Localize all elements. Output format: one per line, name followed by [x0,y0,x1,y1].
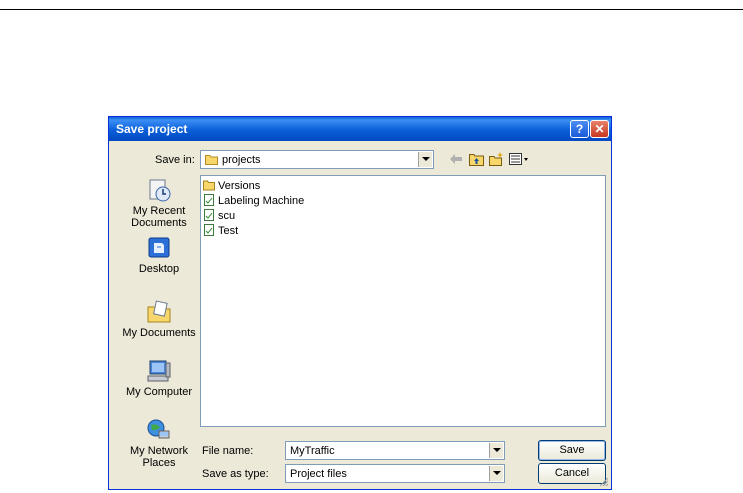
save-as-type-select[interactable]: Project files [285,464,505,483]
project-file-icon [204,224,214,236]
list-item[interactable]: scu [203,209,235,223]
file-name: Versions [218,180,261,192]
save-in-dropdown-arrow[interactable] [418,152,432,167]
views-menu-icon[interactable] [509,151,531,167]
place-label: My Computer [125,386,193,398]
my-documents-icon [147,300,171,323]
place-label: My Network Places [129,445,189,469]
folder-icon [203,180,215,191]
list-item[interactable]: Labeling Machine [203,194,304,208]
place-desktop[interactable]: Desktop [115,235,203,275]
save-as-type-label: Save as type: [202,468,269,480]
file-name-value: MyTraffic [290,445,335,457]
place-my-documents[interactable]: My Documents [115,299,203,339]
place-my-computer[interactable]: My Computer [115,358,203,398]
dialog-title: Save project [116,122,188,136]
place-label: Desktop [138,263,180,275]
folder-icon [205,155,218,165]
file-name-input[interactable]: MyTraffic [285,441,505,460]
desktop-icon [148,237,170,258]
save-as-type-dropdown-arrow[interactable] [489,466,503,481]
file-list[interactable]: Versions Labeling Machine scu Test [200,175,606,427]
cancel-button[interactable]: Cancel [538,463,606,484]
close-button[interactable]: ✕ [590,120,609,138]
recent-documents-icon [149,179,171,202]
resize-grip-icon[interactable] [599,477,609,487]
places-bar: My Recent Documents Desktop My Documents [115,175,203,475]
file-name-dropdown-arrow[interactable] [489,443,503,458]
title-bar[interactable]: Save project ? ✕ [109,117,611,141]
back-arrow-icon[interactable] [449,151,463,167]
save-in-label: Save in: [155,154,195,166]
place-my-recent-documents[interactable]: My Recent Documents [115,177,203,229]
my-computer-icon [147,360,171,382]
help-button[interactable]: ? [570,120,589,138]
save-button[interactable]: Save [538,440,606,461]
file-name: scu [218,210,236,222]
file-name: Labeling Machine [218,195,305,207]
project-file-icon [204,209,214,221]
page-top-rule [0,9,743,10]
file-name: Test [218,225,239,237]
place-my-network-places[interactable]: My Network Places [115,417,203,469]
save-in-value: projects [222,154,261,166]
new-folder-icon[interactable] [489,151,504,167]
save-in-combo[interactable]: projects [200,150,434,169]
network-places-icon [147,419,170,439]
save-project-dialog: Save project ? ✕ Save in: projects My Re… [108,116,612,490]
place-label: My Recent Documents [131,205,187,229]
save-as-type-value: Project files [290,468,347,480]
list-item[interactable]: Versions [203,179,260,193]
file-name-label: File name: [202,445,254,457]
list-item[interactable]: Test [203,224,238,238]
project-file-icon [204,194,214,206]
place-label: My Documents [122,327,196,339]
up-folder-icon[interactable] [469,151,484,167]
